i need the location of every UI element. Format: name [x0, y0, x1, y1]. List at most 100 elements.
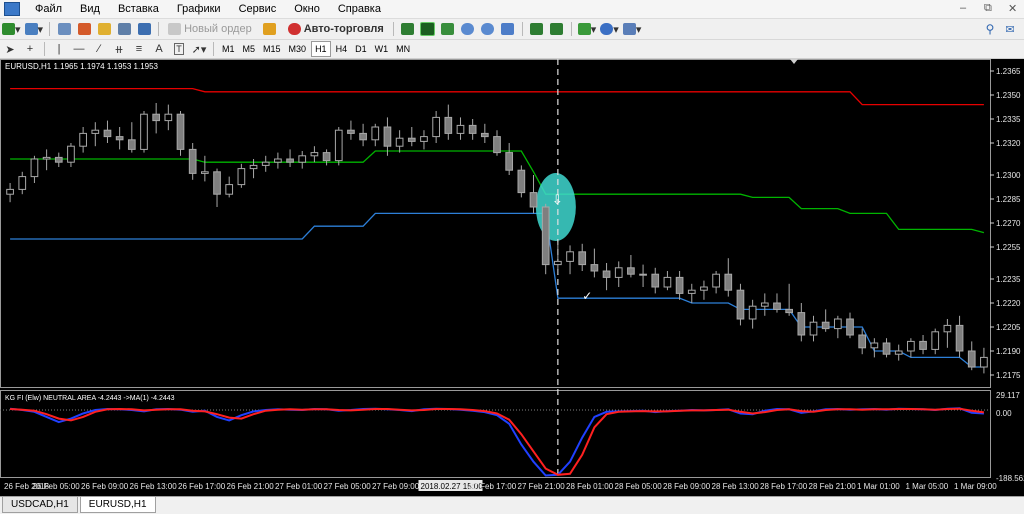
- timeframe-d1[interactable]: D1: [352, 42, 370, 56]
- price-label: 1.2205: [996, 323, 1021, 332]
- channel-button[interactable]: ⧺: [111, 41, 127, 57]
- candle: [797, 312, 806, 336]
- chart-canvas[interactable]: 1.2365 1.2350 1.2335 1.2320 1.2300 1.2285 1.22…: [0, 59, 1024, 496]
- tab-eurusd-h1[interactable]: EURUSD,H1: [79, 497, 156, 513]
- fibonacci-button[interactable]: ≡: [131, 41, 147, 57]
- candle: [127, 139, 136, 150]
- time-label: 27 Feb 17:00: [469, 482, 517, 491]
- vertical-line-button[interactable]: |: [51, 41, 67, 57]
- candle: [310, 152, 319, 157]
- horizontal-line-button[interactable]: —: [71, 41, 87, 57]
- chart-window[interactable]: 1.2365 1.2350 1.2335 1.2320 1.2300 1.2285 1.22…: [0, 59, 1024, 496]
- timeframe-mn[interactable]: MN: [393, 42, 413, 56]
- candle: [907, 340, 915, 352]
- candle: [103, 129, 112, 138]
- menu-charts[interactable]: Графики: [168, 0, 230, 18]
- channel-icon: ⧺: [114, 43, 124, 56]
- trendline-button[interactable]: ∕: [91, 41, 107, 57]
- fibonacci-icon: ≡: [135, 43, 143, 55]
- toolbar-separator: [213, 42, 214, 56]
- chat-button[interactable]: ✉: [1002, 21, 1018, 37]
- minimize-icon[interactable]: –: [960, 2, 966, 14]
- tab-usdcad-h1[interactable]: USDCAD,H1: [2, 497, 78, 513]
- menu-window[interactable]: Окно: [285, 0, 329, 18]
- search-button[interactable]: ⚲: [982, 21, 998, 37]
- menu-help[interactable]: Справка: [329, 0, 390, 18]
- timeframe-m15[interactable]: M15: [260, 42, 284, 56]
- sell-arrow-icon: ⇩: [552, 192, 563, 207]
- auto-trading-button[interactable]: Авто-торговля: [285, 21, 387, 37]
- candle: [627, 267, 635, 275]
- zoom-in-button[interactable]: [460, 21, 476, 37]
- autoscroll-button[interactable]: [549, 21, 565, 37]
- chart-shift-marker: [790, 59, 798, 64]
- text-button[interactable]: A: [151, 41, 167, 57]
- clock-icon: [600, 23, 614, 35]
- candle: [882, 342, 891, 355]
- menu-tools[interactable]: Сервис: [230, 0, 286, 18]
- candle: [371, 126, 380, 141]
- tester-button[interactable]: [136, 21, 152, 37]
- data-window-button[interactable]: [76, 21, 92, 37]
- zoom-out-icon: [481, 23, 495, 35]
- candle: [286, 158, 294, 163]
- channel-line: [10, 212, 984, 368]
- time-label: 28 Feb 05:00: [615, 482, 663, 491]
- timeframe-m1[interactable]: M1: [219, 42, 238, 56]
- profiles-button[interactable]: ▾: [24, 21, 43, 37]
- candle: [639, 273, 647, 276]
- bar-chart-button[interactable]: [400, 21, 416, 37]
- cursor-icon: ➤: [5, 43, 15, 56]
- candle: [821, 321, 830, 330]
- crosshair-button[interactable]: +: [22, 41, 38, 57]
- chart-shift-button[interactable]: [529, 21, 545, 37]
- candlestick-button[interactable]: [420, 21, 436, 37]
- periods-button[interactable]: ▾: [600, 21, 619, 37]
- toolbar-separator: [49, 22, 51, 36]
- time-label: 28 Feb 09:00: [663, 482, 711, 491]
- time-label: 26 Feb 13:00: [130, 482, 178, 491]
- candle: [383, 126, 392, 147]
- candle: [261, 161, 270, 166]
- market-watch-button[interactable]: [56, 21, 72, 37]
- templates-button[interactable]: ▾: [622, 21, 641, 37]
- candle: [493, 136, 501, 154]
- candle: [249, 164, 258, 170]
- menu-file[interactable]: Файл: [26, 0, 71, 18]
- timeframe-h1[interactable]: H1: [311, 41, 331, 57]
- new-chart-button[interactable]: ▾: [2, 21, 21, 37]
- indicators-button[interactable]: ▾: [577, 21, 596, 37]
- menu-view[interactable]: Вид: [71, 0, 109, 18]
- timeframe-w1[interactable]: W1: [372, 42, 392, 56]
- timeframe-m30[interactable]: M30: [286, 42, 310, 56]
- chart-header: EURUSD,H1 1.1965 1.1974 1.1953 1.1953: [5, 62, 159, 71]
- restore-icon[interactable]: ⧉: [984, 2, 992, 15]
- candle: [517, 169, 526, 194]
- candle: [700, 286, 708, 291]
- line-chart-button[interactable]: [440, 21, 456, 37]
- price-label: 1.2255: [996, 243, 1021, 252]
- menu-insert[interactable]: Вставка: [109, 0, 168, 18]
- candle: [334, 129, 343, 162]
- candle: [785, 308, 793, 314]
- label-button[interactable]: T: [171, 41, 187, 57]
- tile-windows-button[interactable]: [500, 21, 516, 37]
- timeframe-m5[interactable]: M5: [240, 42, 259, 56]
- zoom-out-button[interactable]: [480, 21, 496, 37]
- navigator-button[interactable]: [96, 21, 112, 37]
- terminal-button[interactable]: [116, 21, 132, 37]
- cursor-button[interactable]: ➤: [2, 41, 18, 57]
- arrows-button[interactable]: ➚▾: [191, 41, 207, 57]
- indicator-scale-label: 29.117: [996, 391, 1020, 400]
- timeframe-h4[interactable]: H4: [333, 42, 351, 56]
- candle: [846, 318, 854, 336]
- toolbar-separator: [521, 22, 523, 36]
- chart-tabs-bar: USDCAD,H1 EURUSD,H1: [0, 496, 1024, 514]
- new-order-button[interactable]: Новый ордер: [165, 21, 255, 37]
- candle: [931, 331, 940, 350]
- close-icon[interactable]: ✕: [1008, 2, 1017, 15]
- meta-editor-button[interactable]: [259, 21, 281, 37]
- candle: [359, 132, 367, 141]
- candle: [505, 152, 514, 171]
- candle: [566, 251, 574, 262]
